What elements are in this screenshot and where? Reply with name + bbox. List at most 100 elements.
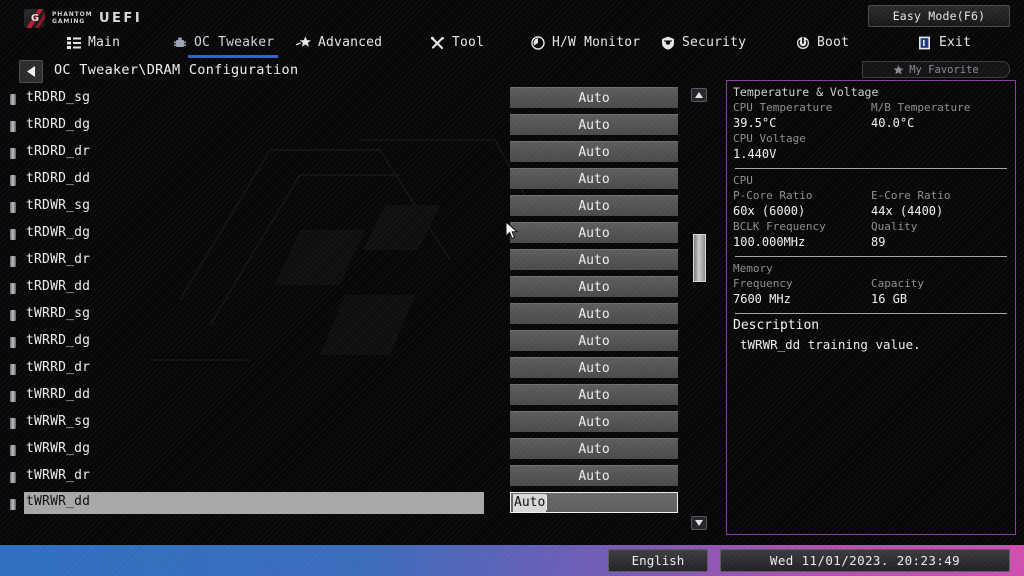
star-icon — [893, 64, 904, 74]
cpu-voltage-value: 1.440V — [733, 147, 777, 161]
memory-capacity-value: 16 GB — [871, 292, 908, 306]
setting-label: tRDRD_sg — [26, 90, 91, 105]
bullet-icon — [10, 337, 16, 348]
bullet-icon — [10, 175, 16, 186]
setting-value-field[interactable]: Auto — [510, 357, 678, 378]
scroll-down-button[interactable] — [691, 516, 707, 530]
bullet-icon — [10, 499, 16, 510]
tab-security[interactable]: Security — [660, 28, 746, 57]
setting-row[interactable]: tRDRD_dd Auto — [0, 167, 684, 194]
setting-label: tWRWR_dd — [26, 494, 91, 509]
mb-temperature-label: M/B Temperature — [871, 101, 971, 114]
tab-tool[interactable]: Tool — [430, 28, 484, 57]
caret-down-icon — [695, 520, 703, 526]
setting-value-field[interactable]: Auto — [510, 384, 678, 405]
logo-mark: G — [30, 12, 39, 24]
datetime-display[interactable]: Wed 11/01/2023. 20:23:49 — [720, 549, 1010, 572]
quality-label: Quality — [871, 220, 918, 233]
setting-label: tWRRD_dg — [26, 333, 91, 348]
setting-row[interactable]: tWRRD_dd Auto — [0, 383, 684, 410]
power-icon — [795, 35, 810, 50]
setting-row[interactable]: tWRRD_dg Auto — [0, 329, 684, 356]
setting-value-field[interactable]: Auto — [510, 465, 678, 486]
bullet-icon — [10, 202, 16, 213]
setting-label: tWRRD_sg — [26, 306, 91, 321]
scrollbar[interactable] — [688, 86, 710, 532]
bclk-frequency-label: BCLK Frequency — [733, 220, 826, 233]
setting-value-field[interactable]: Auto — [510, 438, 678, 459]
setting-row[interactable]: tWRWR_dr Auto — [0, 464, 684, 491]
bullet-icon — [10, 283, 16, 294]
setting-label: tRDWR_dr — [26, 252, 91, 267]
setting-value-field[interactable]: Auto — [510, 330, 678, 351]
row-selection-highlight — [24, 492, 484, 514]
setting-label: tWRWR_dg — [26, 441, 91, 456]
memory-section-title: Memory — [733, 262, 773, 275]
setting-row[interactable]: tRDRD_dg Auto — [0, 113, 684, 140]
tab-exit[interactable]: Exit — [917, 28, 971, 57]
setting-label: tRDRD_dr — [26, 144, 91, 159]
divider-2 — [735, 256, 1007, 257]
setting-value-input[interactable]: Auto — [510, 492, 678, 513]
setting-row[interactable]: tWRRD_dr Auto — [0, 356, 684, 383]
setting-row[interactable]: tWRRD_sg Auto — [0, 302, 684, 329]
setting-value-field[interactable]: Auto — [510, 87, 678, 108]
setting-row[interactable]: tRDRD_sg Auto — [0, 86, 684, 113]
caret-up-icon — [695, 92, 703, 98]
scrollbar-track[interactable] — [693, 104, 706, 514]
setting-value-field[interactable]: Auto — [510, 303, 678, 324]
back-button[interactable] — [19, 60, 43, 83]
divider-1 — [735, 168, 1007, 169]
setting-value-field[interactable]: Auto — [510, 222, 678, 243]
setting-value-field[interactable]: Auto — [510, 195, 678, 216]
list-icon — [66, 35, 81, 50]
language-button[interactable]: English — [608, 549, 708, 572]
setting-value-field[interactable]: Auto — [510, 411, 678, 432]
setting-label: tRDWR_dd — [26, 279, 91, 294]
tab-oc-tweaker[interactable]: OC Tweaker — [172, 28, 279, 58]
mb-temperature-value: 40.0°C — [871, 116, 915, 130]
setting-value-field[interactable]: Auto — [510, 114, 678, 135]
my-favorite-button[interactable]: My Favorite — [862, 61, 1010, 78]
setting-value-field[interactable]: Auto — [510, 168, 678, 189]
tab-security-label: Security — [682, 35, 747, 50]
setting-row[interactable]: tRDWR_dd Auto — [0, 275, 684, 302]
tab-advanced-label: Advanced — [318, 35, 383, 50]
setting-value-field[interactable]: Auto — [510, 249, 678, 270]
setting-value-field[interactable]: Auto — [510, 276, 678, 297]
scrollbar-thumb[interactable] — [693, 234, 706, 282]
pcore-ratio-label: P-Core Ratio — [733, 189, 813, 202]
setting-row[interactable]: tWRWR_sg Auto — [0, 410, 684, 437]
setting-label: tWRWR_sg — [26, 414, 91, 429]
setting-row[interactable]: tWRWR_dd Auto — [0, 491, 684, 518]
tab-hw-monitor-label: H/W Monitor — [552, 35, 641, 50]
tab-tool-label: Tool — [452, 35, 485, 50]
tab-hw-monitor[interactable]: H/W Monitor — [530, 28, 640, 57]
my-favorite-label: My Favorite — [909, 63, 979, 76]
tab-boot[interactable]: Boot — [795, 28, 849, 57]
quality-value: 89 — [871, 235, 886, 249]
setting-row[interactable]: tWRWR_dg Auto — [0, 437, 684, 464]
tab-advanced[interactable]: Advanced — [296, 28, 382, 57]
scroll-up-button[interactable] — [691, 88, 707, 102]
shield-icon — [660, 35, 675, 50]
bullet-icon — [10, 418, 16, 429]
star-icon — [296, 35, 311, 50]
cpu-voltage-label: CPU Voltage — [733, 132, 806, 145]
cpu-temperature-value: 39.5°C — [733, 116, 777, 130]
setting-row[interactable]: tRDWR_sg Auto — [0, 194, 684, 221]
tab-main[interactable]: Main — [66, 28, 120, 57]
bullet-icon — [10, 94, 16, 105]
bullet-icon — [10, 472, 16, 483]
setting-row[interactable]: tRDRD_dr Auto — [0, 140, 684, 167]
brand-logo: G PHANTOM GAMING — [24, 9, 93, 28]
setting-value-field[interactable]: Auto — [510, 141, 678, 162]
memory-frequency-value: 7600 MHz — [733, 292, 791, 306]
tab-main-label: Main — [88, 35, 121, 50]
setting-row[interactable]: tRDWR_dg Auto — [0, 221, 684, 248]
setting-row[interactable]: tRDWR_dr Auto — [0, 248, 684, 275]
easy-mode-button[interactable]: Easy Mode(F6) — [868, 5, 1010, 27]
bullet-icon — [10, 148, 16, 159]
status-bar: English Wed 11/01/2023. 20:23:49 — [0, 545, 1024, 576]
description-title: Description — [733, 318, 820, 333]
